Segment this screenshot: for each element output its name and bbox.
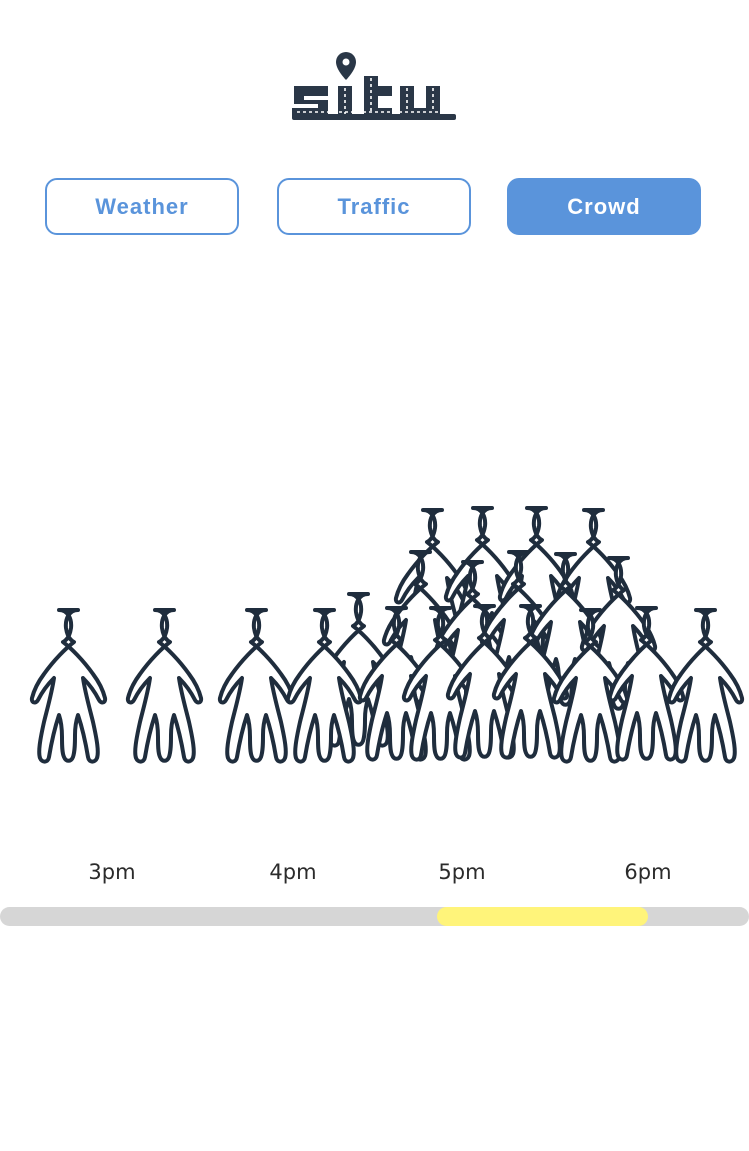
time-label-5pm: 5pm [438,860,486,884]
timeline-selected-range[interactable] [436,907,648,926]
crowd-illustration [29,506,745,764]
time-label-3pm: 3pm [88,860,136,884]
tab-weather[interactable]: Weather [45,178,239,235]
situ-logo [292,52,456,120]
time-label-6pm: 6pm [624,860,672,884]
tab-crowd[interactable]: Crowd [507,178,701,235]
timeline-slider[interactable] [0,907,749,926]
tab-traffic[interactable]: Traffic [277,178,471,235]
time-label-4pm: 4pm [269,860,317,884]
